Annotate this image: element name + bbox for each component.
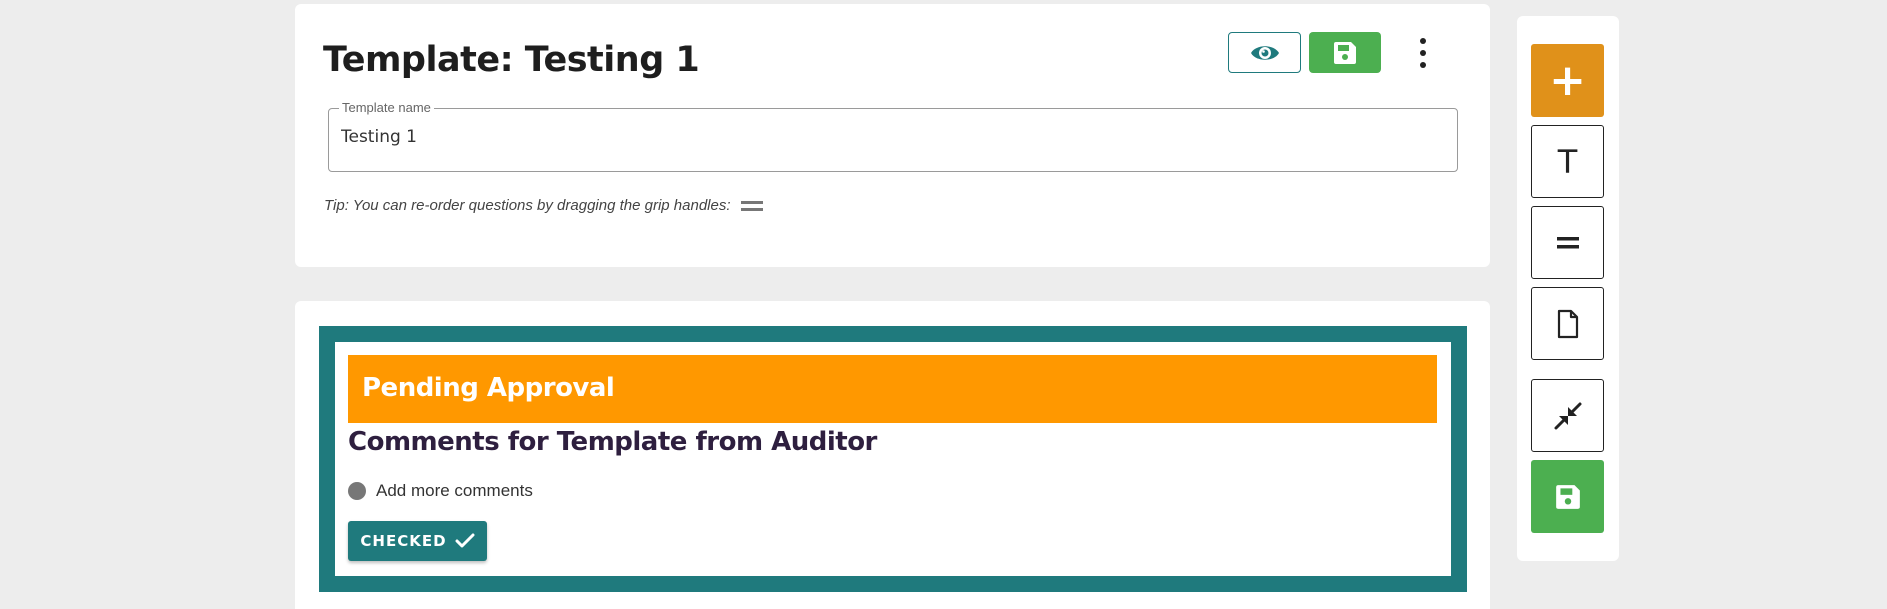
floppy-disk-icon <box>1334 41 1356 64</box>
collapse-all-button[interactable] <box>1531 379 1604 452</box>
more-vertical-icon <box>1420 38 1426 44</box>
toolbox-panel: + T <box>1517 16 1619 561</box>
check-icon <box>455 533 475 548</box>
add-comments-label: Add more comments <box>376 481 533 500</box>
add-document-button[interactable] <box>1531 287 1604 360</box>
section-content: Pending Approval Comments for Template f… <box>335 342 1451 576</box>
template-name-input[interactable] <box>341 127 1441 147</box>
tip-text-row: Tip: You can re-order questions by dragg… <box>324 197 763 214</box>
equals-icon <box>1556 236 1579 248</box>
radio-dot-icon[interactable] <box>348 482 366 500</box>
section-title: Comments for Template from Auditor <box>348 427 877 457</box>
eye-icon <box>1250 45 1279 60</box>
add-section-button[interactable] <box>1531 206 1604 279</box>
document-icon <box>1557 309 1578 338</box>
checked-button[interactable]: CHECKED <box>348 521 487 561</box>
collapse-icon <box>1554 402 1581 429</box>
more-options-button[interactable] <box>1415 38 1431 68</box>
add-title-button[interactable]: T <box>1531 125 1604 198</box>
template-name-label: Template name <box>339 100 434 115</box>
text-icon: T <box>1557 142 1578 181</box>
template-name-field[interactable]: Template name <box>328 100 1458 172</box>
preview-button[interactable] <box>1228 32 1301 73</box>
floppy-disk-icon <box>1555 484 1580 509</box>
section-frame: Pending Approval Comments for Template f… <box>319 326 1467 592</box>
grip-icon <box>740 200 763 211</box>
page-title: Template: Testing 1 <box>323 40 700 80</box>
save-button[interactable] <box>1309 32 1381 73</box>
plus-icon: + <box>1549 55 1586 106</box>
status-banner: Pending Approval <box>348 355 1437 423</box>
status-banner-text: Pending Approval <box>362 373 615 403</box>
save-toolbox-button[interactable] <box>1531 460 1604 533</box>
checked-button-label: CHECKED <box>360 532 447 550</box>
tip-text: Tip: You can re-order questions by dragg… <box>324 197 731 214</box>
add-question-button[interactable]: + <box>1531 44 1604 117</box>
question-card: Pending Approval Comments for Template f… <box>295 301 1490 609</box>
template-header-card: Template: Testing 1 Template name Tip: Y… <box>295 4 1490 267</box>
add-comments-option[interactable]: Add more comments <box>348 481 533 501</box>
